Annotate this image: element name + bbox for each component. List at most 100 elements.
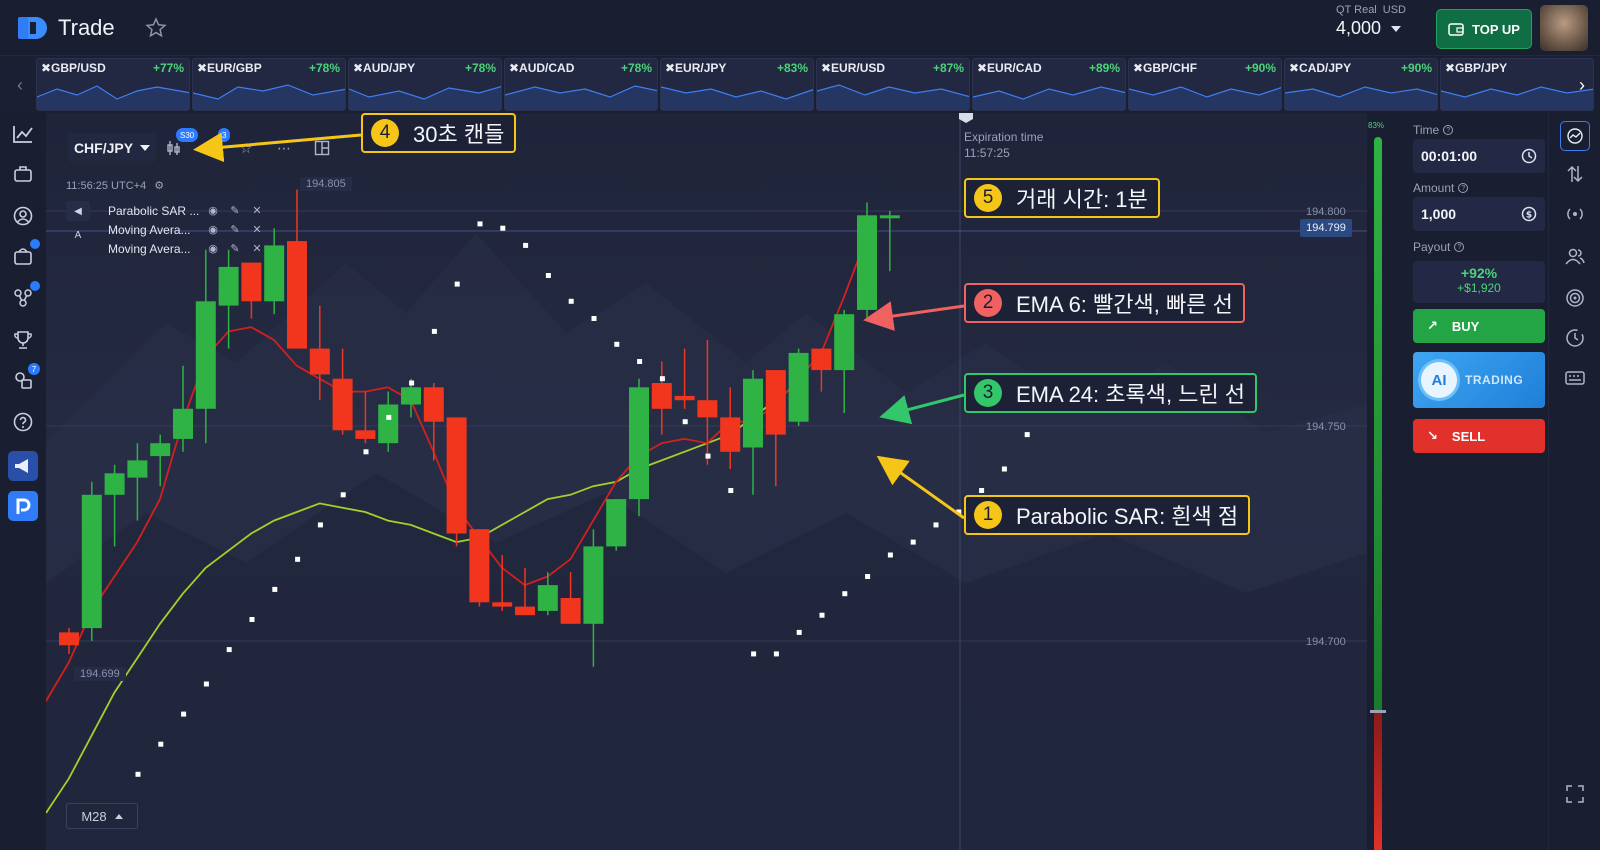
arrow-up-right-icon: ↗ [1427, 318, 1438, 333]
ticker-payout: +77% [152, 61, 184, 75]
target-icon[interactable] [1562, 285, 1588, 311]
ticker-pair: ✖AUD/JPY [353, 61, 416, 75]
sentiment-up-bar [1374, 137, 1382, 713]
account-selector[interactable]: QT Real USD 4,000 [1336, 4, 1416, 48]
sell-button[interactable]: ↘ SELL [1413, 419, 1545, 453]
info-icon[interactable]: ? [1454, 242, 1465, 252]
right-sidebar [1548, 113, 1600, 850]
ticker-pair: ✖EUR/GBP [197, 61, 262, 75]
favorite-star-icon[interactable] [144, 16, 168, 40]
trade-chart-icon[interactable] [1560, 121, 1590, 151]
amount-field[interactable]: 1,000 $ [1413, 197, 1545, 231]
ticker-pair: ✖GBP/CHF [1133, 61, 1198, 75]
achievements-icon[interactable] [10, 281, 40, 311]
annotation-candle-size: 4 30초 캔들 [361, 113, 517, 153]
time-label-text: Time [1413, 123, 1440, 137]
ticker-sparkline [37, 85, 189, 110]
annotation-4-arrow [193, 132, 362, 163]
ai-trading-button[interactable]: AI TRADING [1413, 352, 1545, 408]
arrow-down-right-icon: ↘ [1427, 428, 1438, 443]
ai-icon: AI [1421, 362, 1457, 398]
ticker-card[interactable]: ✖AUD/CAD +78% [504, 58, 658, 111]
scroll-right-icon[interactable]: › [1568, 71, 1596, 99]
payout-box: +92% +$1,920 [1413, 261, 1545, 303]
ticker-payout: +90% [1244, 61, 1276, 75]
transfer-arrows-icon[interactable] [1562, 161, 1588, 187]
ticker-pair: ✖AUD/CAD [509, 61, 575, 75]
annotation-2-arrow [863, 301, 965, 331]
amount-value: 1,000 [1421, 206, 1457, 222]
fullscreen-icon[interactable] [1562, 781, 1588, 807]
chevron-down-icon [1391, 25, 1402, 32]
sentiment-strip: 83% [1367, 113, 1391, 850]
sentiment-percent: 83% [1368, 121, 1385, 130]
chart-nav-icon[interactable] [10, 121, 36, 147]
shop-icon[interactable] [10, 239, 40, 269]
history-icon[interactable] [1562, 325, 1588, 351]
ticker-sparkline [349, 85, 501, 110]
annotation-trade-time: 5 거래 시간: 1분 [964, 178, 1160, 218]
ticker-payout: +83% [776, 61, 808, 75]
time-field[interactable]: 00:01:00 [1413, 139, 1545, 173]
ticker-pair: ✖GBP/USD [41, 61, 106, 75]
info-icon[interactable]: ? [1458, 183, 1469, 193]
account-balance: 4,000 [1336, 18, 1382, 38]
trophy-icon[interactable] [10, 327, 36, 353]
brand-name: Trade [58, 15, 115, 40]
ticker-card[interactable]: ✖CAD/JPY +90% [1284, 58, 1438, 111]
ticker-sparkline [1285, 86, 1437, 110]
ticker-card[interactable]: ✖GBP/USD +77% [36, 58, 190, 111]
scroll-left-icon[interactable]: ‹ [6, 71, 34, 99]
ticker-card[interactable]: ✖EUR/CAD +89% [972, 58, 1126, 111]
top-up-label: TOP UP [1472, 21, 1520, 37]
ticker-sparkline [505, 85, 657, 110]
annotation-number: 4 [371, 119, 399, 147]
keyboard-icon[interactable] [1562, 365, 1588, 391]
logo[interactable]: Trade [18, 14, 115, 42]
ticker-sparkline [1129, 86, 1281, 110]
profile-icon[interactable] [10, 203, 36, 229]
promo-megaphone-icon[interactable] [8, 451, 38, 481]
logo-icon [18, 17, 47, 39]
ticker-sparkline [661, 86, 813, 110]
app-shortcut-icon[interactable] [8, 491, 38, 521]
buy-button[interactable]: ↗ BUY [1413, 309, 1545, 343]
ticker-pair: ✖EUR/CAD [977, 61, 1042, 75]
sentiment-divider [1370, 710, 1386, 713]
signals-icon[interactable] [1562, 201, 1588, 227]
ticker-pair: ✖EUR/JPY [665, 61, 727, 75]
time-value: 00:01:00 [1421, 148, 1478, 164]
social-trading-icon[interactable]: 7 [10, 363, 40, 393]
ticker-payout: +78% [464, 61, 496, 75]
ticker-payout: +87% [932, 61, 964, 75]
ticker-pair: ✖GBP/JPY [1445, 61, 1508, 75]
clock-icon[interactable] [1521, 148, 1537, 164]
ticker-card[interactable]: ✖EUR/USD +87% [816, 58, 970, 111]
annotation-parabolic-sar: 1 Parabolic SAR: 흰색 점 [964, 495, 1251, 535]
annotation-arrows [193, 132, 965, 520]
annotation-text: Parabolic SAR: 흰색 점 [1016, 504, 1239, 529]
annotation-text: EMA 24: 초록색, 느린 선 [1016, 382, 1246, 407]
notification-badge: 7 [28, 363, 40, 375]
top-up-button[interactable]: TOP UP [1436, 9, 1532, 49]
ticker-payout: +89% [1088, 61, 1120, 75]
notification-badge [30, 239, 40, 249]
dollar-icon[interactable]: $ [1521, 206, 1537, 222]
portfolio-icon[interactable] [10, 161, 36, 187]
annotation-text: EMA 6: 빨간색, 빠른 선 [1016, 292, 1233, 317]
avatar[interactable] [1540, 5, 1588, 51]
ticker-sparkline [817, 84, 969, 110]
ticker-pair: ✖EUR/USD [821, 61, 886, 75]
annotation-number: 2 [974, 289, 1002, 317]
chart-area[interactable]: CHF/JPY ✎ ☆ ⋯ S30 3 11:56:25 UTC+4 ⚙ ◀ A… [46, 113, 1367, 850]
ticker-card[interactable]: ✖GBP/CHF +90% [1128, 58, 1282, 111]
social-users-icon[interactable] [1562, 243, 1588, 269]
help-icon[interactable] [10, 409, 36, 435]
info-icon[interactable]: ? [1443, 125, 1454, 135]
ticker-card[interactable]: ✖EUR/JPY +83% [660, 58, 814, 111]
ticker-card[interactable]: ✖AUD/JPY +78% [348, 58, 502, 111]
trading-app: Trade QT Real USD 4,000 TOP UP ‹ ✖GBP/USD… [0, 0, 1600, 850]
annotation-ema24: 3 EMA 24: 초록색, 느린 선 [964, 373, 1258, 413]
asset-ticker-strip: ‹ ✖GBP/USD +77% ✖EUR/GBP +78% ✖AUD/JPY +78% ✖A… [0, 57, 1600, 113]
ticker-card[interactable]: ✖EUR/GBP +78% [192, 58, 346, 111]
